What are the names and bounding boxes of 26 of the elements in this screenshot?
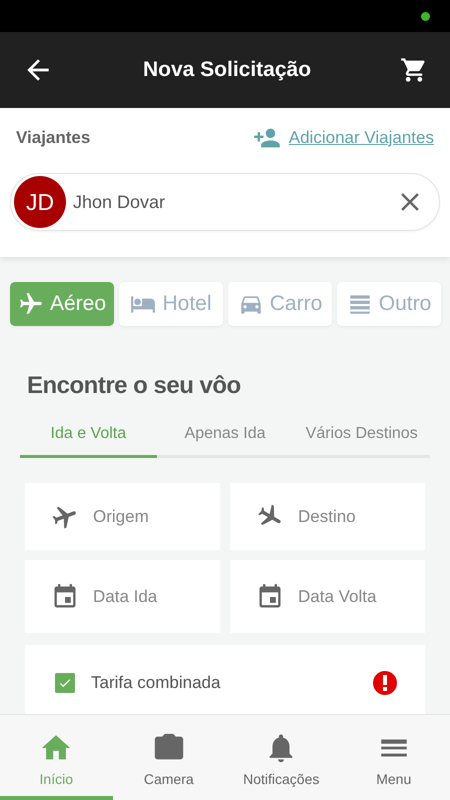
page-title: Nova Solicitação bbox=[142, 58, 312, 82]
status-indicator-icon bbox=[421, 12, 430, 20]
trip-type-tab[interactable]: Ida e Volta bbox=[20, 412, 157, 458]
section-heading: Encontre o seu vôo bbox=[27, 372, 242, 400]
category-tab[interactable]: Hotel bbox=[119, 282, 223, 326]
add-travelers-link[interactable]: Adicionar Viajantes bbox=[252, 124, 434, 152]
section-label: Viajantes bbox=[16, 128, 90, 148]
alert-icon bbox=[373, 670, 397, 694]
traveler-name: Jhon Dovar bbox=[73, 192, 166, 212]
date-field[interactable]: Data Ida bbox=[93, 586, 220, 606]
checkbox[interactable] bbox=[55, 672, 75, 692]
airport-field[interactable]: Origem bbox=[93, 506, 220, 526]
nav-tab[interactable]: Início bbox=[0, 715, 112, 800]
airplane-icon bbox=[18, 291, 44, 317]
option-label: Tarifa combinada bbox=[91, 672, 222, 692]
avatar-initials: JD bbox=[14, 176, 66, 228]
nav-tab[interactable]: Notificações bbox=[225, 715, 338, 800]
trip-type-tab[interactable]: Vários Destinos bbox=[293, 412, 430, 458]
nav-tab[interactable]: Menu bbox=[338, 715, 450, 800]
airport-field[interactable]: Destino bbox=[298, 506, 425, 526]
nav-tab[interactable]: Camera bbox=[112, 715, 225, 800]
date-field[interactable]: Data Volta bbox=[298, 586, 425, 606]
category-tab[interactable]: Outro bbox=[337, 282, 441, 326]
category-tab[interactable]: Aéreo bbox=[10, 282, 114, 326]
trip-type-tab[interactable]: Apenas Ida bbox=[156, 412, 294, 458]
category-tab[interactable]: Carro bbox=[228, 282, 332, 326]
